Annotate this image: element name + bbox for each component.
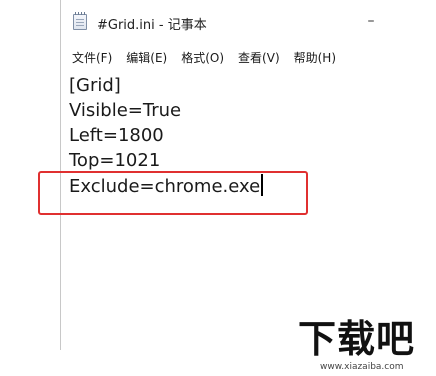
menu-edit[interactable]: 编辑(E) [126, 49, 167, 66]
window-title: #Grid.ini - 记事本 [97, 18, 207, 33]
menu-format[interactable]: 格式(O) [181, 49, 224, 66]
editor-line: Top=1021 [69, 150, 161, 171]
editor-line: [Grid] [69, 75, 121, 96]
editor-line: Visible=True [69, 100, 182, 121]
menu-bar: 文件(F) 编辑(E) 格式(O) 查看(V) 帮助(H) [61, 44, 391, 70]
watermark-logo: 下载吧 [298, 317, 416, 361]
watermark-url: www.xiazaiba.com [320, 362, 404, 372]
title-bar[interactable]: #Grid.ini - 记事本 – [61, 0, 391, 44]
editor-line: Left=1800 [69, 125, 164, 146]
minimize-button[interactable]: – [357, 8, 385, 34]
highlight-annotation-box [38, 171, 308, 215]
menu-view[interactable]: 查看(V) [238, 49, 280, 66]
menu-help[interactable]: 帮助(H) [294, 49, 336, 66]
menu-file[interactable]: 文件(F) [72, 49, 112, 66]
notepad-icon [73, 12, 87, 30]
watermark: 下载吧 www.xiazaiba.com [298, 318, 436, 376]
